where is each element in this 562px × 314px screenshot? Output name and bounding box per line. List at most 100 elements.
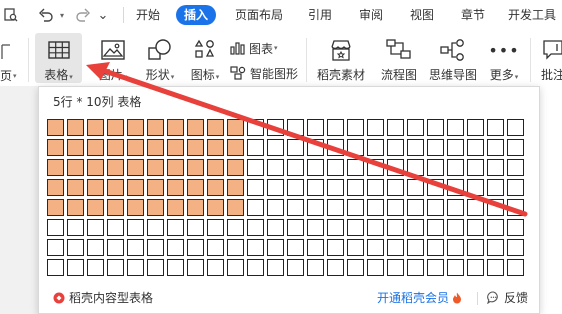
grid-cell-selected[interactable] [67,199,84,216]
grid-cell-selected[interactable] [127,159,144,176]
grid-cell-selected[interactable] [127,199,144,216]
grid-cell[interactable] [207,259,224,276]
mindmap-button[interactable]: 思维导图 [426,37,480,83]
grid-cell[interactable] [447,219,464,236]
grid-cell[interactable] [127,259,144,276]
grid-cell-selected[interactable] [207,139,224,156]
grid-cell[interactable] [207,239,224,256]
tab-references[interactable]: 引用 [302,5,338,25]
grid-cell[interactable] [287,219,304,236]
grid-cell[interactable] [507,179,524,196]
grid-cell-selected[interactable] [167,159,184,176]
grid-cell[interactable] [487,179,504,196]
grid-cell[interactable] [427,139,444,156]
grid-cell[interactable] [507,259,524,276]
grid-cell[interactable] [247,119,264,136]
grid-cell[interactable] [347,239,364,256]
table-grid[interactable] [47,119,527,276]
grid-cell-selected[interactable] [207,159,224,176]
grid-cell[interactable] [407,179,424,196]
grid-cell[interactable] [407,119,424,136]
grid-cell[interactable] [427,119,444,136]
grid-cell[interactable] [247,159,264,176]
comment-button[interactable]: 批注 [538,37,562,83]
grid-cell[interactable] [267,199,284,216]
grid-cell[interactable] [487,119,504,136]
more-button[interactable]: ••• 更多▾ [484,37,524,83]
redo-icon[interactable] [73,6,93,24]
grid-cell[interactable] [447,259,464,276]
grid-cell-selected[interactable] [107,199,124,216]
table-button[interactable]: 表格▾ [35,33,82,83]
grid-cell[interactable] [267,179,284,196]
grid-cell[interactable] [387,259,404,276]
grid-cell[interactable] [107,239,124,256]
grid-cell-selected[interactable] [87,159,104,176]
content-table-link[interactable]: 稻壳内容型表格 [53,289,153,306]
grid-cell[interactable] [347,259,364,276]
grid-cell-selected[interactable] [67,139,84,156]
grid-cell[interactable] [67,259,84,276]
grid-cell-selected[interactable] [227,159,244,176]
grid-cell[interactable] [267,239,284,256]
grid-cell[interactable] [167,239,184,256]
grid-cell[interactable] [367,159,384,176]
grid-cell[interactable] [387,119,404,136]
grid-cell[interactable] [287,179,304,196]
grid-cell[interactable] [47,239,64,256]
grid-cell[interactable] [367,219,384,236]
grid-cell-selected[interactable] [147,159,164,176]
grid-cell[interactable] [107,259,124,276]
grid-cell[interactable] [67,219,84,236]
grid-cell[interactable] [287,239,304,256]
grid-cell[interactable] [447,239,464,256]
grid-cell[interactable] [267,159,284,176]
grid-cell[interactable] [347,179,364,196]
grid-cell-selected[interactable] [187,179,204,196]
undo-dropdown-icon[interactable]: ▾ [57,6,67,24]
grid-cell[interactable] [487,239,504,256]
grid-cell-selected[interactable] [107,179,124,196]
grid-cell-selected[interactable] [87,139,104,156]
grid-cell-selected[interactable] [67,159,84,176]
grid-cell[interactable] [447,179,464,196]
grid-cell[interactable] [107,219,124,236]
grid-cell[interactable] [347,119,364,136]
grid-cell[interactable] [507,219,524,236]
grid-cell-selected[interactable] [167,199,184,216]
tab-start[interactable]: 开始 [130,5,166,25]
grid-cell[interactable] [87,259,104,276]
grid-cell[interactable] [247,179,264,196]
grid-cell-selected[interactable] [227,119,244,136]
grid-cell[interactable] [427,259,444,276]
grid-cell[interactable] [367,119,384,136]
grid-cell[interactable] [247,219,264,236]
chart-button[interactable]: 图表 ▾ [230,38,278,58]
flowchart-button[interactable]: 流程图 [376,37,422,83]
tab-developer-tools[interactable]: 开发工具 [508,5,562,25]
grid-cell-selected[interactable] [147,179,164,196]
grid-cell[interactable] [347,219,364,236]
grid-cell-selected[interactable] [207,119,224,136]
grid-cell[interactable] [467,139,484,156]
grid-cell[interactable] [447,159,464,176]
grid-cell[interactable] [447,119,464,136]
grid-cell-selected[interactable] [87,179,104,196]
grid-cell-selected[interactable] [167,139,184,156]
grid-cell[interactable] [447,139,464,156]
grid-cell-selected[interactable] [187,139,204,156]
grid-cell[interactable] [467,179,484,196]
grid-cell[interactable] [327,119,344,136]
grid-cell[interactable] [247,259,264,276]
grid-cell[interactable] [287,159,304,176]
grid-cell[interactable] [327,179,344,196]
grid-cell[interactable] [407,239,424,256]
grid-cell[interactable] [227,239,244,256]
grid-cell[interactable] [387,199,404,216]
grid-cell[interactable] [447,199,464,216]
grid-cell-selected[interactable] [187,119,204,136]
grid-cell-selected[interactable] [47,159,64,176]
grid-cell[interactable] [167,259,184,276]
grid-cell[interactable] [467,239,484,256]
grid-cell[interactable] [467,119,484,136]
